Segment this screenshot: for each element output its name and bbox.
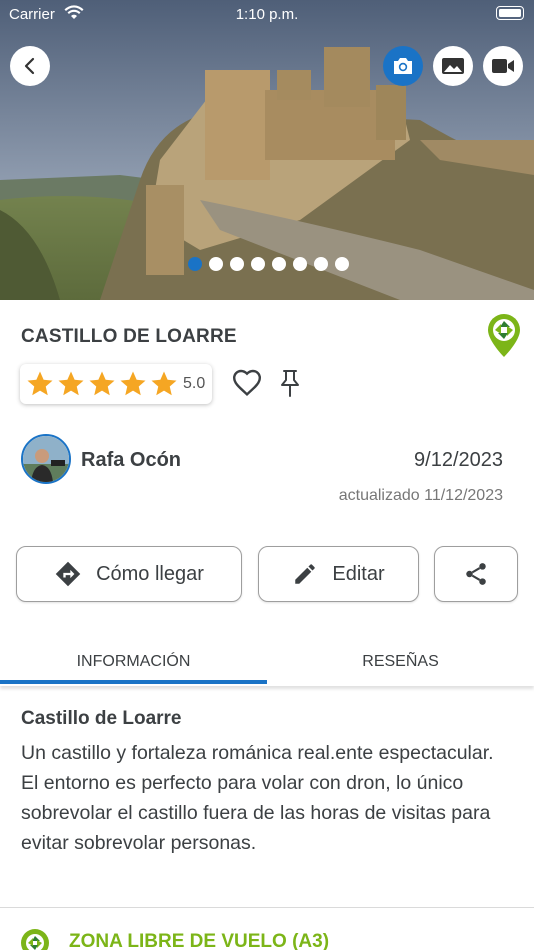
flight-zone-marker-icon xyxy=(488,314,520,357)
pencil-icon xyxy=(295,564,316,584)
directions-button[interactable]: Cómo llegar xyxy=(16,546,242,602)
tab-information[interactable]: INFORMACIÓN xyxy=(0,640,267,684)
carousel-dot[interactable] xyxy=(188,257,202,271)
status-bar: Carrier 1:10 p.m. xyxy=(0,0,534,28)
author-avatar[interactable] xyxy=(21,434,71,484)
flight-zone-icon xyxy=(21,929,49,950)
share-button[interactable] xyxy=(434,546,518,602)
back-button[interactable] xyxy=(10,46,50,86)
star-icon xyxy=(58,371,84,396)
carousel-dot[interactable] xyxy=(272,257,286,271)
castle-photo xyxy=(0,0,534,300)
edit-label: Editar xyxy=(332,562,385,585)
star-icon xyxy=(27,371,53,396)
active-tab-indicator xyxy=(0,680,267,684)
carousel-dot[interactable] xyxy=(335,257,349,271)
directions-icon xyxy=(55,561,81,587)
edit-button[interactable]: Editar xyxy=(258,546,419,602)
star-icon xyxy=(120,371,146,396)
tab-reviews[interactable]: RESEÑAS xyxy=(267,640,534,684)
photos-button[interactable] xyxy=(383,46,423,86)
carousel-indicator[interactable] xyxy=(188,257,349,271)
heart-icon[interactable] xyxy=(230,367,264,399)
chevron-left-icon xyxy=(24,57,35,75)
carousel-dot[interactable] xyxy=(209,257,223,271)
carousel-dot[interactable] xyxy=(293,257,307,271)
share-icon xyxy=(466,563,486,585)
publish-date: 9/12/2023 xyxy=(414,449,503,471)
camera-icon xyxy=(394,58,412,74)
flight-zone-label[interactable]: ZONA LIBRE DE VUELO (A3) xyxy=(69,931,329,950)
tab-bar: INFORMACIÓN RESEÑAS xyxy=(0,640,534,686)
rating-value: 5.0 xyxy=(183,375,206,392)
description-title: Castillo de Loarre xyxy=(21,708,182,729)
star-rating xyxy=(25,369,179,399)
updated-date: actualizado 11/12/2023 xyxy=(338,487,503,504)
author-name[interactable]: Rafa Ocón xyxy=(81,449,181,472)
gallery-button[interactable] xyxy=(433,46,473,86)
description-text: Un castillo y fortaleza románica real.en… xyxy=(21,742,494,854)
avatar-photo xyxy=(23,436,69,482)
clock: 1:10 p.m. xyxy=(235,6,299,23)
spot-title: CASTILLO DE LOARRE xyxy=(21,326,237,347)
star-icon xyxy=(89,371,115,396)
carousel-dot[interactable] xyxy=(251,257,265,271)
directions-label: Cómo llegar xyxy=(96,562,204,585)
rating-widget[interactable]: 5.0 xyxy=(20,364,212,404)
pin-icon[interactable] xyxy=(279,369,301,397)
carousel-dot[interactable] xyxy=(314,257,328,271)
battery-icon xyxy=(496,6,524,20)
video-icon xyxy=(492,59,514,73)
video-button[interactable] xyxy=(483,46,523,86)
star-icon xyxy=(151,371,177,396)
divider xyxy=(0,907,534,908)
carousel-dot[interactable] xyxy=(230,257,244,271)
gallery-icon xyxy=(442,58,464,74)
hero-image[interactable]: Carrier 1:10 p.m. xyxy=(0,0,534,300)
